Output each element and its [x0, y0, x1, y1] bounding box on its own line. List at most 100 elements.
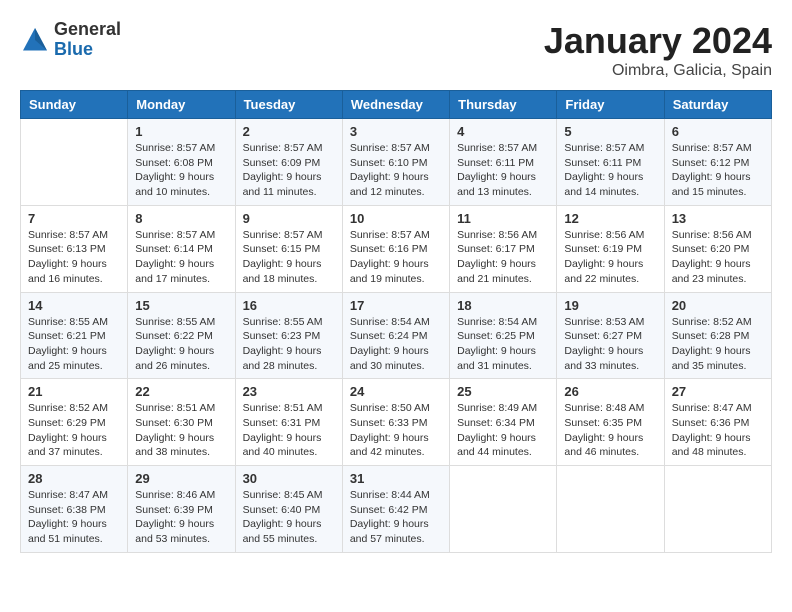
calendar-cell: 24 Sunrise: 8:50 AM Sunset: 6:33 PM Dayli…	[342, 379, 449, 466]
calendar-cell	[21, 119, 128, 206]
day-number: 3	[350, 124, 442, 139]
calendar-cell: 18 Sunrise: 8:54 AM Sunset: 6:25 PM Dayli…	[450, 292, 557, 379]
month-title: January 2024	[544, 20, 772, 62]
day-info: Sunrise: 8:52 AM Sunset: 6:28 PM Dayligh…	[672, 315, 764, 374]
weekday-header-friday: Friday	[557, 91, 664, 119]
calendar-cell: 29Sunrise: 8:46 AM Sunset: 6:39 PM Dayli…	[128, 466, 235, 553]
day-info: Sunrise: 8:57 AM Sunset: 6:09 PM Dayligh…	[243, 141, 335, 200]
day-info: Sunrise: 8:46 AM Sunset: 6:39 PM Dayligh…	[135, 488, 227, 547]
day-number: 26	[564, 384, 656, 399]
calendar-cell: 14 Sunrise: 8:55 AM Sunset: 6:21 PM Dayli…	[21, 292, 128, 379]
calendar-cell: 23 Sunrise: 8:51 AM Sunset: 6:31 PM Dayli…	[235, 379, 342, 466]
calendar-week-2: 7 Sunrise: 8:57 AM Sunset: 6:13 PM Daylig…	[21, 205, 772, 292]
calendar-cell	[450, 466, 557, 553]
day-number: 16	[243, 298, 335, 313]
calendar-cell	[664, 466, 771, 553]
calendar-cell: 22 Sunrise: 8:51 AM Sunset: 6:30 PM Dayli…	[128, 379, 235, 466]
day-info: Sunrise: 8:51 AM Sunset: 6:30 PM Dayligh…	[135, 401, 227, 460]
day-number: 2	[243, 124, 335, 139]
day-info: Sunrise: 8:57 AM Sunset: 6:11 PM Dayligh…	[457, 141, 549, 200]
day-number: 27	[672, 384, 764, 399]
day-info: Sunrise: 8:52 AM Sunset: 6:29 PM Dayligh…	[28, 401, 120, 460]
day-info: Sunrise: 8:57 AM Sunset: 6:16 PM Dayligh…	[350, 228, 442, 287]
day-info: Sunrise: 8:56 AM Sunset: 6:20 PM Dayligh…	[672, 228, 764, 287]
day-number: 6	[672, 124, 764, 139]
logo-general-text: General	[54, 20, 121, 40]
day-info: Sunrise: 8:57 AM Sunset: 6:08 PM Dayligh…	[135, 141, 227, 200]
day-number: 9	[243, 211, 335, 226]
day-number: 15	[135, 298, 227, 313]
calendar-cell	[557, 466, 664, 553]
day-number: 21	[28, 384, 120, 399]
calendar-table: SundayMondayTuesdayWednesdayThursdayFrid…	[20, 90, 772, 553]
weekday-header-thursday: Thursday	[450, 91, 557, 119]
calendar-cell: 10 Sunrise: 8:57 AM Sunset: 6:16 PM Dayli…	[342, 205, 449, 292]
day-info: Sunrise: 8:44 AM Sunset: 6:42 PM Dayligh…	[350, 488, 442, 547]
calendar-cell: 1 Sunrise: 8:57 AM Sunset: 6:08 PM Daylig…	[128, 119, 235, 206]
day-number: 5	[564, 124, 656, 139]
day-number: 28	[28, 471, 120, 486]
day-number: 4	[457, 124, 549, 139]
calendar-cell: 9 Sunrise: 8:57 AM Sunset: 6:15 PM Daylig…	[235, 205, 342, 292]
day-info: Sunrise: 8:57 AM Sunset: 6:13 PM Dayligh…	[28, 228, 120, 287]
calendar-cell: 15Sunrise: 8:55 AM Sunset: 6:22 PM Dayli…	[128, 292, 235, 379]
day-info: Sunrise: 8:57 AM Sunset: 6:14 PM Dayligh…	[135, 228, 227, 287]
day-number: 23	[243, 384, 335, 399]
calendar-cell: 3 Sunrise: 8:57 AM Sunset: 6:10 PM Daylig…	[342, 119, 449, 206]
day-info: Sunrise: 8:57 AM Sunset: 6:10 PM Dayligh…	[350, 141, 442, 200]
calendar-cell: 12Sunrise: 8:56 AM Sunset: 6:19 PM Dayli…	[557, 205, 664, 292]
calendar-cell: 20 Sunrise: 8:52 AM Sunset: 6:28 PM Dayli…	[664, 292, 771, 379]
day-info: Sunrise: 8:54 AM Sunset: 6:24 PM Dayligh…	[350, 315, 442, 374]
day-info: Sunrise: 8:50 AM Sunset: 6:33 PM Dayligh…	[350, 401, 442, 460]
day-info: Sunrise: 8:51 AM Sunset: 6:31 PM Dayligh…	[243, 401, 335, 460]
day-info: Sunrise: 8:47 AM Sunset: 6:36 PM Dayligh…	[672, 401, 764, 460]
day-number: 22	[135, 384, 227, 399]
weekday-header-wednesday: Wednesday	[342, 91, 449, 119]
day-info: Sunrise: 8:56 AM Sunset: 6:19 PM Dayligh…	[564, 228, 656, 287]
calendar-week-4: 21 Sunrise: 8:52 AM Sunset: 6:29 PM Dayli…	[21, 379, 772, 466]
day-info: Sunrise: 8:53 AM Sunset: 6:27 PM Dayligh…	[564, 315, 656, 374]
day-info: Sunrise: 8:45 AM Sunset: 6:40 PM Dayligh…	[243, 488, 335, 547]
day-number: 7	[28, 211, 120, 226]
day-number: 24	[350, 384, 442, 399]
day-info: Sunrise: 8:55 AM Sunset: 6:21 PM Dayligh…	[28, 315, 120, 374]
logo-icon	[20, 25, 50, 55]
calendar-cell: 2 Sunrise: 8:57 AM Sunset: 6:09 PM Daylig…	[235, 119, 342, 206]
calendar-cell: 7 Sunrise: 8:57 AM Sunset: 6:13 PM Daylig…	[21, 205, 128, 292]
logo: General Blue	[20, 20, 121, 60]
calendar-cell: 26 Sunrise: 8:48 AM Sunset: 6:35 PM Dayli…	[557, 379, 664, 466]
day-number: 20	[672, 298, 764, 313]
day-info: Sunrise: 8:54 AM Sunset: 6:25 PM Dayligh…	[457, 315, 549, 374]
weekday-header-monday: Monday	[128, 91, 235, 119]
calendar-cell: 28 Sunrise: 8:47 AM Sunset: 6:38 PM Dayli…	[21, 466, 128, 553]
day-info: Sunrise: 8:57 AM Sunset: 6:12 PM Dayligh…	[672, 141, 764, 200]
calendar-cell: 19 Sunrise: 8:53 AM Sunset: 6:27 PM Dayli…	[557, 292, 664, 379]
day-info: Sunrise: 8:48 AM Sunset: 6:35 PM Dayligh…	[564, 401, 656, 460]
calendar-cell: 8 Sunrise: 8:57 AM Sunset: 6:14 PM Daylig…	[128, 205, 235, 292]
page-header: General Blue January 2024 Oimbra, Galici…	[20, 20, 772, 80]
day-number: 18	[457, 298, 549, 313]
calendar-cell: 11Sunrise: 8:56 AM Sunset: 6:17 PM Dayli…	[450, 205, 557, 292]
calendar-cell: 16 Sunrise: 8:55 AM Sunset: 6:23 PM Dayli…	[235, 292, 342, 379]
day-number: 10	[350, 211, 442, 226]
day-info: Sunrise: 8:55 AM Sunset: 6:23 PM Dayligh…	[243, 315, 335, 374]
day-info: Sunrise: 8:57 AM Sunset: 6:15 PM Dayligh…	[243, 228, 335, 287]
day-number: 8	[135, 211, 227, 226]
calendar-cell: 30Sunrise: 8:45 AM Sunset: 6:40 PM Dayli…	[235, 466, 342, 553]
calendar-cell: 21 Sunrise: 8:52 AM Sunset: 6:29 PM Dayli…	[21, 379, 128, 466]
calendar-week-1: 1 Sunrise: 8:57 AM Sunset: 6:08 PM Daylig…	[21, 119, 772, 206]
day-number: 19	[564, 298, 656, 313]
day-number: 1	[135, 124, 227, 139]
day-info: Sunrise: 8:47 AM Sunset: 6:38 PM Dayligh…	[28, 488, 120, 547]
weekday-header-sunday: Sunday	[21, 91, 128, 119]
day-number: 17	[350, 298, 442, 313]
calendar-cell: 25Sunrise: 8:49 AM Sunset: 6:34 PM Dayli…	[450, 379, 557, 466]
calendar-cell: 31Sunrise: 8:44 AM Sunset: 6:42 PM Dayli…	[342, 466, 449, 553]
location-title: Oimbra, Galicia, Spain	[544, 62, 772, 80]
calendar-cell: 13Sunrise: 8:56 AM Sunset: 6:20 PM Dayli…	[664, 205, 771, 292]
day-number: 14	[28, 298, 120, 313]
calendar-cell: 6 Sunrise: 8:57 AM Sunset: 6:12 PM Daylig…	[664, 119, 771, 206]
logo-blue-text: Blue	[54, 40, 121, 60]
calendar-cell: 5Sunrise: 8:57 AM Sunset: 6:11 PM Daylig…	[557, 119, 664, 206]
calendar-week-3: 14 Sunrise: 8:55 AM Sunset: 6:21 PM Dayli…	[21, 292, 772, 379]
